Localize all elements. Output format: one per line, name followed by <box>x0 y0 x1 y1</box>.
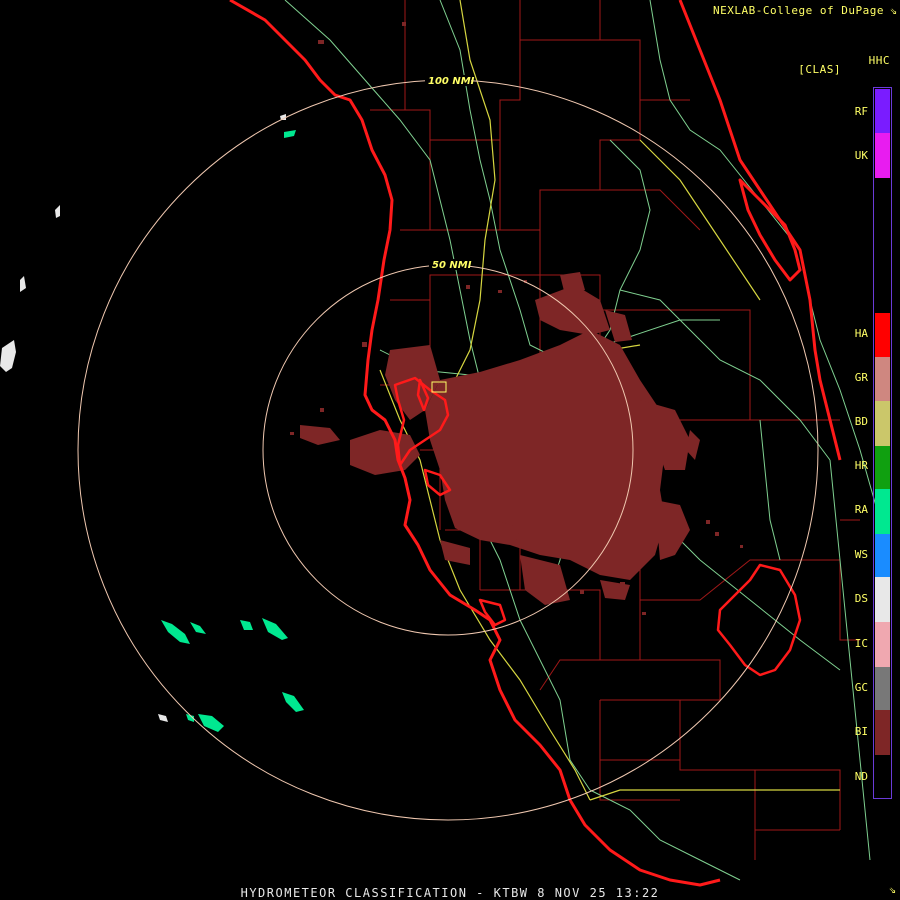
credit-link-icon[interactable]: ⇘ <box>890 3 897 17</box>
legend-swatch-hr <box>875 446 890 489</box>
legend-swatch-gc <box>875 667 890 710</box>
legend-label-hr: HR <box>854 459 868 472</box>
legend-swatch-uk <box>875 133 890 178</box>
legend-label-uk: UK <box>854 149 868 162</box>
legend-label-ds: DS <box>854 592 868 605</box>
legend-label-gc: GC <box>854 681 868 694</box>
credit-text: NEXLAB-College of DuPage <box>713 4 884 17</box>
rain-echoes <box>161 130 304 732</box>
legend-swatch-ra <box>875 489 890 534</box>
legend-swatch-ic <box>875 622 890 667</box>
range-ring-50nmi-label: 50 NMI <box>432 260 472 271</box>
legend-swatch-gr <box>875 357 890 401</box>
legend-swatch-ds <box>875 577 890 622</box>
legend-label-nd: ND <box>854 770 868 783</box>
range-ring-100nmi-label: 100 NMI <box>428 76 475 87</box>
radar-display: 100 NMI 50 NMI NEXLAB-College of DuPage … <box>0 0 900 900</box>
corner-icon[interactable]: ⇘ <box>889 882 896 896</box>
legend-swatch-bd <box>875 401 890 446</box>
legend-swatch-ha <box>875 313 890 357</box>
product-code: HHC <box>868 54 890 67</box>
legend-label-ha: HA <box>854 327 868 340</box>
legend-swatch-rf <box>875 89 890 133</box>
legend-label-bd: BD <box>854 415 868 428</box>
classification-code: [CLAS] <box>798 63 841 76</box>
product-caption: HYDROMETEOR CLASSIFICATION - KTBW 8 NOV … <box>240 886 660 900</box>
legend-label-ra: RA <box>854 503 868 516</box>
legend-label-rf: RF <box>854 105 868 118</box>
legend-label-ic: IC <box>854 637 868 650</box>
legend-label-ws: WS <box>854 548 868 561</box>
legend-swatch-nd <box>875 755 890 798</box>
legend-label-gr: GR <box>854 371 868 384</box>
legend-label-bi: BI <box>854 725 868 738</box>
biological-echoes <box>300 272 700 605</box>
legend-swatch-blank <box>875 178 890 313</box>
dry-snow-echoes <box>0 114 286 722</box>
legend-swatch-bi <box>875 710 890 755</box>
radar-map: 100 NMI 50 NMI <box>0 0 881 887</box>
legend-swatch-ws <box>875 534 890 577</box>
